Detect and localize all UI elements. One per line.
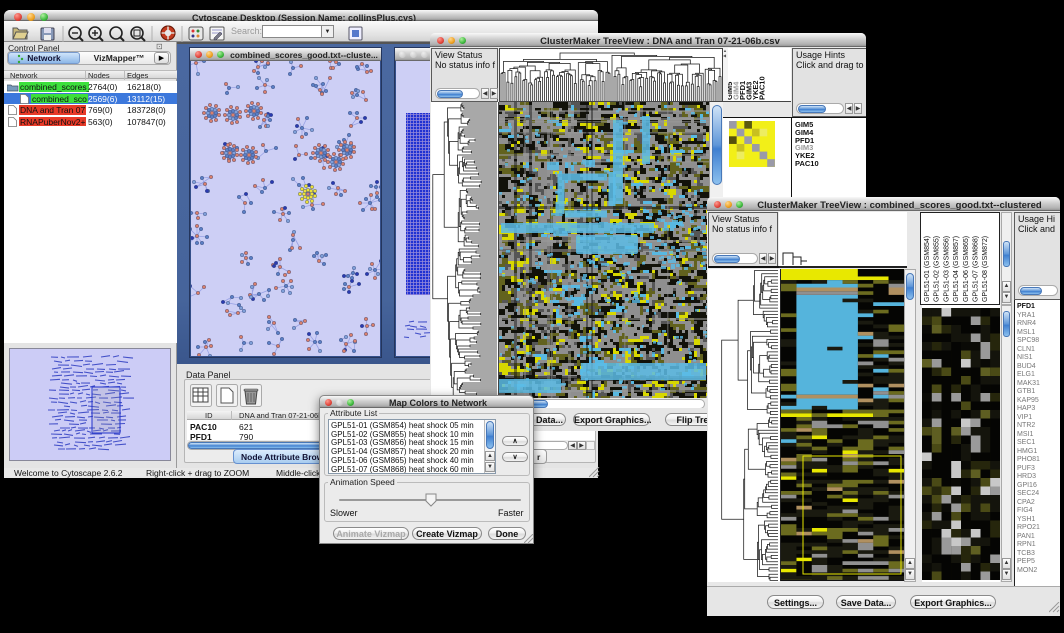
svg-text:GPL51-06 (GSM865): GPL51-06 (GSM865) — [963, 236, 970, 302]
svg-text:GPL51-03 (GSM856): GPL51-03 (GSM856) — [943, 236, 950, 302]
svg-text:GPL51-04 (GSM857): GPL51-04 (GSM857) — [953, 236, 960, 302]
svg-text:GPL51-02 (GSM855): GPL51-02 (GSM855) — [934, 236, 941, 302]
svg-text:GPL51-01 (GSM854): GPL51-01 (GSM854) — [924, 236, 931, 302]
svg-text:PAC10: PAC10 — [758, 76, 767, 100]
svg-text:GPL51-08 (GSM872): GPL51-08 (GSM872) — [982, 236, 989, 302]
svg-text:GPL51-07 (GSM868): GPL51-07 (GSM868) — [973, 236, 980, 302]
